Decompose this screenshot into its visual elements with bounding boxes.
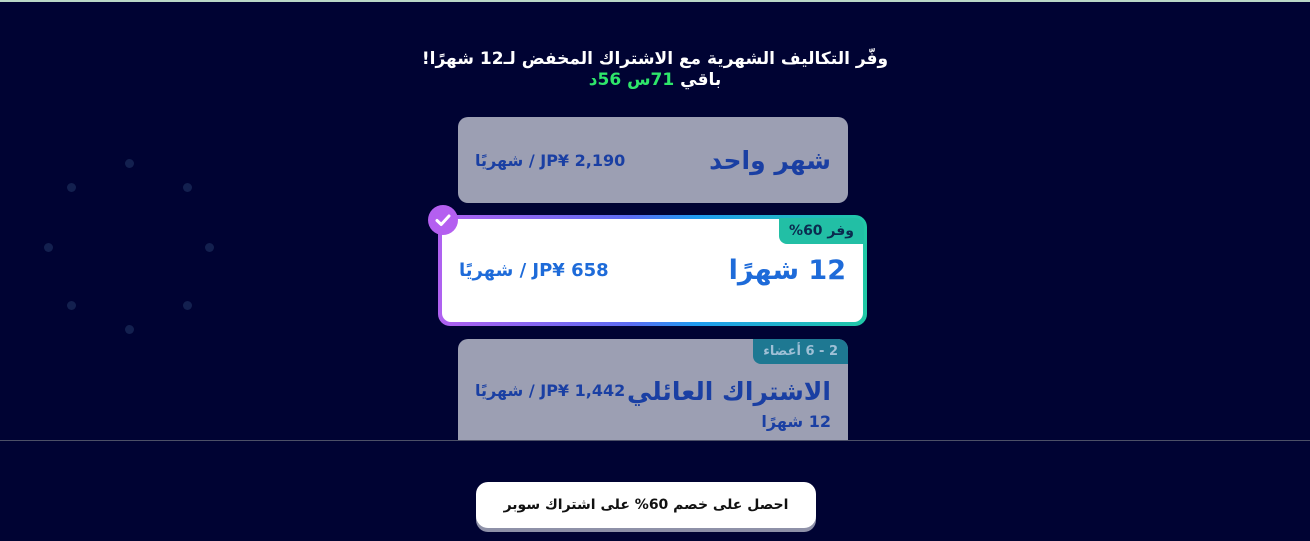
plan-name: الاشتراك العائلي [626,377,831,406]
family-price-wrap: JP¥ 1,442 / شهريًا [475,339,625,400]
plan-price: JP¥ 2,190 / شهريًا [475,150,626,170]
members-badge: 2 - 6 أعضاء [753,339,848,364]
plan-annual-card: وفر 60% 12 شهرًا JP¥ 658 / شهريًا [442,218,864,322]
timer-value: 71س 56د [588,70,675,90]
loading-spinner-icon [40,155,220,335]
check-icon [428,205,458,235]
plan-name: شهر واحد [709,145,831,175]
get-discount-button[interactable]: احصل على خصم 60% على اشتراك سوبر [476,482,816,528]
plan-price: JP¥ 658 / شهريًا [459,260,609,281]
footer-divider [0,440,1310,441]
plan-name: 12 شهرًا [728,255,846,286]
top-border [0,0,1310,2]
plan-option-family[interactable]: 2 - 6 أعضاء الاشتراك العائلي 12 شهرًا JP… [458,339,848,441]
plan-option-monthly[interactable]: شهر واحد JP¥ 2,190 / شهريًا [458,117,848,203]
save-badge: وفر 60% [779,218,864,244]
offer-timer: باقي 71س 56د [0,70,1310,90]
offer-title: وفّر التكاليف الشهرية مع الاشتراك المخفض… [421,49,889,69]
offer-header: وفّر التكاليف الشهرية مع الاشتراك المخفض… [0,48,1310,90]
plan-price: JP¥ 1,442 / شهريًا [475,381,626,400]
subscription-page: وفّر التكاليف الشهرية مع الاشتراك المخفض… [0,0,1310,541]
timer-prefix: باقي [674,70,722,90]
plan-option-annual[interactable]: وفر 60% 12 شهرًا JP¥ 658 / شهريًا [438,215,867,326]
plan-duration: 12 شهرًا [761,412,831,431]
